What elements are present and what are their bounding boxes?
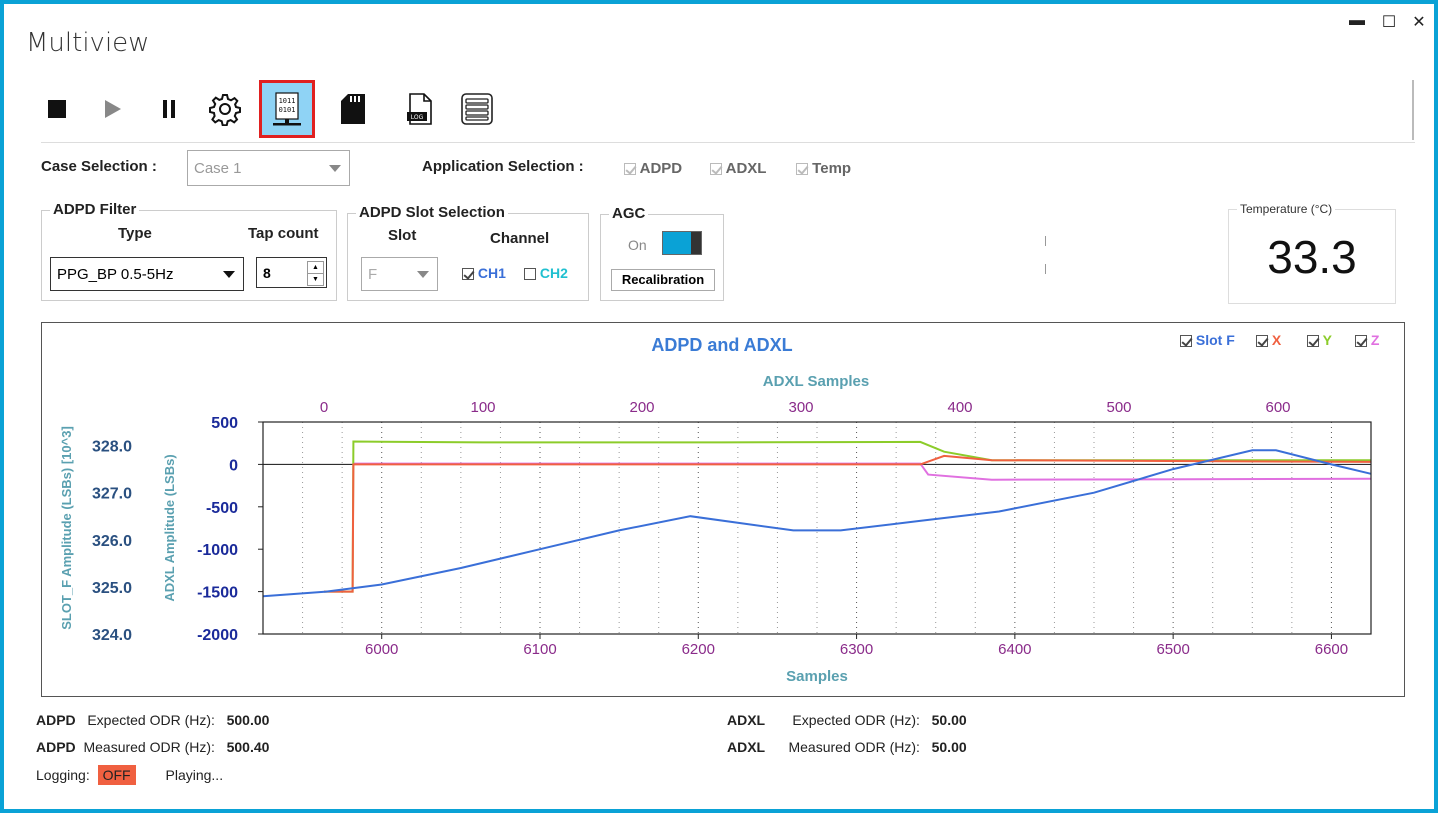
slot-tick-label: 328.0 [92,439,132,456]
top-tick-label: 100 [470,399,495,416]
adxl-label: ADXL [727,712,766,728]
adxl-tick-label: 0 [229,457,238,474]
slot-tick-label: 327.0 [92,486,132,503]
adpd-measured-row: ADPD Measured ODR (Hz): 500.40 [36,739,269,755]
slot-tick-label: 325.0 [92,580,132,597]
adpd-label: ADPD [36,712,76,728]
legend-x[interactable]: X [1256,332,1281,348]
adxl-tick-label: -1000 [197,542,238,559]
adxl-label: ADXL [727,739,766,755]
adxl-tick-label: 500 [211,415,238,432]
x-checkbox[interactable] [1256,335,1268,348]
legend-y[interactable]: Y [1307,332,1332,348]
logging-status-badge[interactable]: OFF [97,765,136,785]
adpd-expected-odr: 500.00 [226,712,270,728]
x-tick-label: 6200 [682,641,715,658]
expected-odr-label: Expected ODR (Hz): [792,712,920,728]
chart-grid [263,422,1371,634]
top-tick-label: 600 [1265,399,1290,416]
x-axis-label: Samples [786,668,848,685]
chart-ticks: 6000 6100 6200 6300 6400 6500 66000 100 200 300 40… [92,399,1348,658]
adpd-measured-odr: 500.40 [226,739,270,755]
slot-tick-label: 324.0 [92,627,132,644]
x-tick-label: 6600 [1315,641,1348,658]
x-tick-label: 6000 [365,641,398,658]
x-tick-label: 6400 [998,641,1031,658]
y-checkbox[interactable] [1307,335,1319,348]
legend-z-label: Z [1370,332,1380,348]
top-tick-label: 0 [320,399,328,416]
slot-tick-label: 326.0 [92,533,132,550]
adxl-y-axis-label: ADXL Amplitude (LSBs) [162,454,177,601]
slot-y-axis-label: SLOT_F Amplitude (LSBs) [10^3] [59,426,74,630]
adxl-tick-label: -2000 [197,627,238,644]
legend-x-label: X [1271,332,1282,348]
measured-odr-label: Measured ODR (Hz): [788,739,920,755]
x-tick-label: 6500 [1156,641,1189,658]
expected-odr-label: Expected ODR (Hz): [87,712,215,728]
legend-y-label: Y [1322,332,1332,348]
adpd-label: ADPD [36,739,76,755]
top-tick-label: 500 [1106,399,1131,416]
adpd-adxl-chart: ADPD and ADXL ADXL Samples Samples SLOT_… [59,335,1372,685]
x-tick-label: 6100 [523,641,556,658]
top-tick-label: 300 [788,399,813,416]
legend-slot-f[interactable]: Slot F [1180,332,1235,348]
series-line-x [324,454,1372,593]
logging-row: Logging: OFF Playing... [36,765,224,785]
top-tick-label: 200 [629,399,654,416]
x-tick-label: 6300 [840,641,873,658]
slot-f-checkbox[interactable] [1180,335,1192,348]
adpd-expected-row: ADPD Expected ODR (Hz): 500.00 [36,712,269,728]
adxl-measured-row: ADXL Measured ODR (Hz): 50.00 [727,739,967,755]
legend-slot-f-label: Slot F [1195,332,1235,348]
app-window: Multiview ▬ ☐ ✕ 1011 0101 LOG Case Selec… [0,0,1438,813]
adxl-expected-odr: 50.00 [931,712,967,728]
top-axis-label: ADXL Samples [763,373,869,390]
chart-title: ADPD and ADXL [651,335,792,355]
top-tick-label: 400 [947,399,972,416]
adxl-tick-label: -1500 [197,585,238,602]
legend-z[interactable]: Z [1355,332,1379,348]
series-line-z [352,462,1372,481]
adxl-expected-row: ADXL Expected ODR (Hz): 50.00 [727,712,967,728]
logging-label: Logging: [36,767,90,783]
playback-status: Playing... [165,767,224,783]
adxl-measured-odr: 50.00 [931,739,967,755]
adxl-tick-label: -500 [206,500,238,517]
z-checkbox[interactable] [1355,335,1367,348]
measured-odr-label: Measured ODR (Hz): [83,739,215,755]
